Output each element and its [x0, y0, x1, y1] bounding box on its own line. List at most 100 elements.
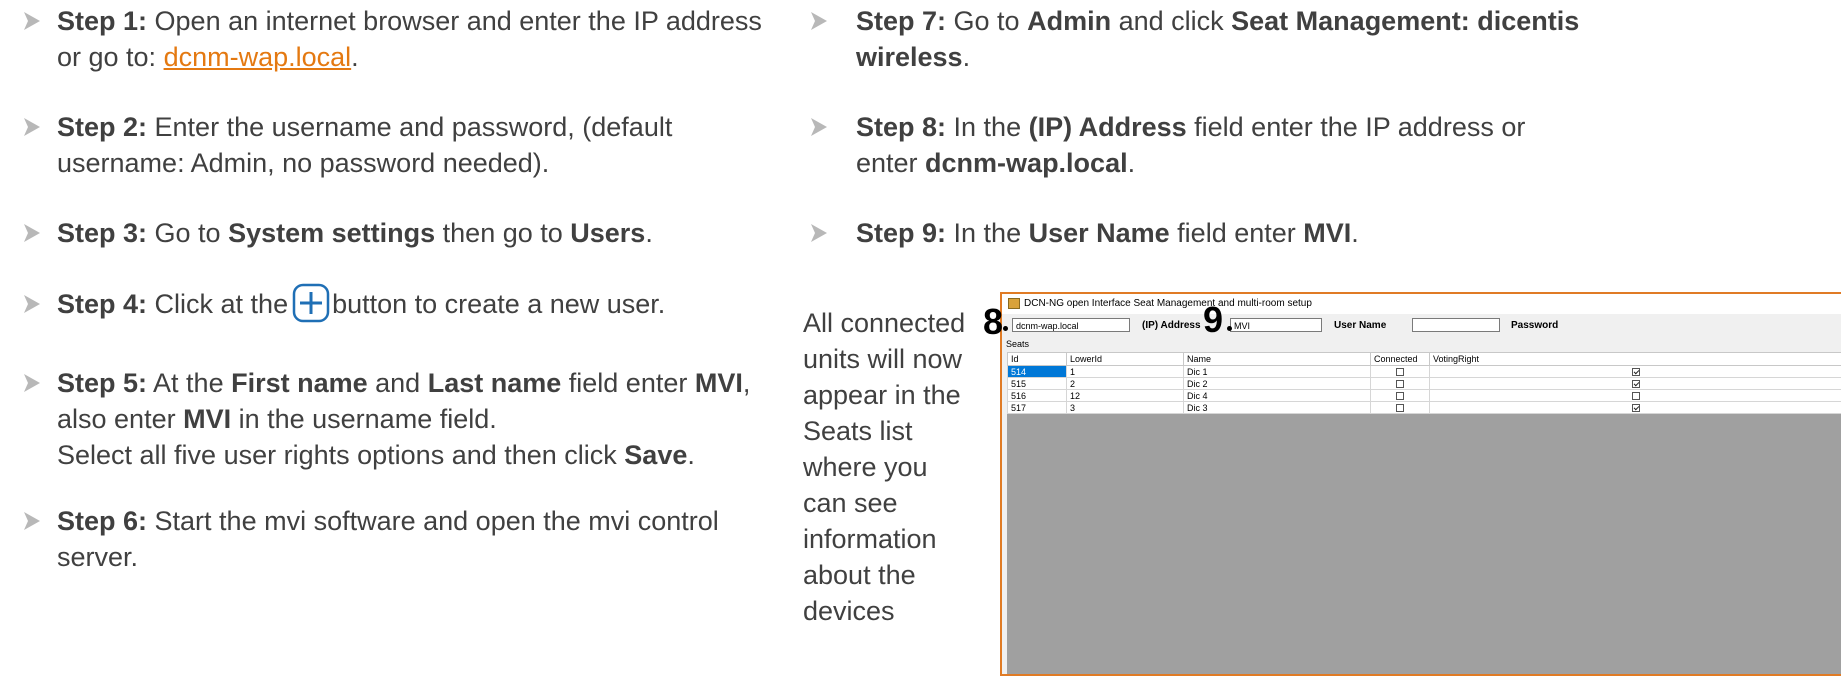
- voting-right-checkbox[interactable]: [1632, 404, 1640, 412]
- user-name-term: User Name: [1029, 218, 1170, 248]
- arrow-bullet-icon: [809, 222, 829, 244]
- arrow-bullet-icon: [22, 293, 42, 315]
- mvi-term: MVI: [695, 368, 743, 398]
- ip-address-label: (IP) Address: [1142, 320, 1201, 331]
- dcnm-wap-term: dcnm-wap.local: [925, 148, 1128, 178]
- step-8: Step 8: In the (IP) Address field enter …: [856, 109, 1841, 181]
- column-header-connected[interactable]: Connected: [1371, 353, 1430, 366]
- step-text: .: [351, 42, 359, 72]
- seat-id-cell: 517: [1008, 402, 1067, 414]
- arrow-bullet-icon: [809, 116, 829, 138]
- step-label: Step 8:: [856, 112, 946, 142]
- connected-checkbox[interactable]: [1396, 392, 1404, 400]
- app-icon: [1008, 298, 1020, 309]
- step-text: .: [1351, 218, 1359, 248]
- voting-right-checkbox-cell: [1430, 390, 1841, 402]
- step-text: field enter the IP address or: [1187, 112, 1526, 142]
- step-text: and click: [1111, 6, 1231, 36]
- dcnm-wap-link[interactable]: dcnm-wap.local: [164, 42, 352, 72]
- seats-table: Id LowerId Name Connected VotingRight 51…: [1007, 352, 1841, 414]
- table-row[interactable]: 5141Dic 1: [1008, 366, 1841, 378]
- arrow-bullet-icon: [22, 10, 42, 32]
- mvi-term: MVI: [1303, 218, 1351, 248]
- seats-explanation-text: All connected units will now appear in t…: [803, 305, 973, 629]
- step-text: ,: [743, 368, 751, 398]
- step-label: Step 9:: [856, 218, 946, 248]
- step-text: field enter: [1170, 218, 1304, 248]
- system-settings-term: System settings: [228, 218, 435, 248]
- step-5: Step 5: At the First name and Last name …: [57, 365, 777, 473]
- window-title-bar: DCN-NG open Interface Seat Management an…: [1002, 294, 1841, 314]
- column-header-lowerid[interactable]: LowerId: [1067, 353, 1184, 366]
- voting-right-checkbox-cell: [1430, 378, 1841, 390]
- first-name-term: First name: [231, 368, 368, 398]
- step-text: .: [963, 42, 971, 72]
- step-label: Step 5:: [57, 368, 147, 398]
- voting-right-checkbox-cell: [1430, 366, 1841, 378]
- connected-checkbox[interactable]: [1396, 380, 1404, 388]
- seat-lowerid-cell: 2: [1067, 378, 1184, 390]
- table-header-row: Id LowerId Name Connected VotingRight: [1008, 353, 1841, 366]
- arrow-bullet-icon: [22, 116, 42, 138]
- callout-8: 8: [983, 301, 1003, 343]
- step-text: then go to: [435, 218, 570, 248]
- connected-checkbox-cell: [1371, 378, 1430, 390]
- last-name-term: Last name: [428, 368, 562, 398]
- table-row[interactable]: 51612Dic 4: [1008, 390, 1841, 402]
- seat-name-cell: Dic 2: [1184, 378, 1371, 390]
- seat-name-cell: Dic 4: [1184, 390, 1371, 402]
- column-header-votingright[interactable]: VotingRight: [1430, 353, 1841, 366]
- step-label: Step 3:: [57, 218, 147, 248]
- table-row[interactable]: 5152Dic 2: [1008, 378, 1841, 390]
- user-name-input[interactable]: MVI: [1230, 318, 1322, 332]
- step-2: Step 2: Enter the username and password,…: [57, 109, 707, 181]
- step-text: At the: [147, 368, 231, 398]
- step-text: enter: [856, 148, 925, 178]
- connected-checkbox-cell: [1371, 402, 1430, 414]
- seats-group-label: Seats: [1002, 338, 1841, 350]
- seat-lowerid-cell: 1: [1067, 366, 1184, 378]
- step-text: Start the mvi software and open the mvi …: [57, 506, 719, 572]
- voting-right-checkbox[interactable]: [1632, 392, 1640, 400]
- connected-checkbox-cell: [1371, 390, 1430, 402]
- step-text: .: [645, 218, 653, 248]
- callout-9: 9: [1203, 299, 1223, 341]
- user-name-label: User Name: [1334, 320, 1386, 331]
- password-input[interactable]: [1412, 318, 1500, 332]
- step-4: Step 4: Click at thebutton to create a n…: [57, 286, 777, 326]
- connected-checkbox[interactable]: [1396, 404, 1404, 412]
- step-label: Step 4:: [57, 289, 147, 319]
- arrow-bullet-icon: [22, 510, 42, 532]
- arrow-bullet-icon: [22, 222, 42, 244]
- voting-right-checkbox[interactable]: [1632, 380, 1640, 388]
- table-row[interactable]: 5173Dic 3: [1008, 402, 1841, 414]
- connected-checkbox[interactable]: [1396, 368, 1404, 376]
- step-text: field enter: [561, 368, 695, 398]
- column-header-name[interactable]: Name: [1184, 353, 1371, 366]
- voting-right-checkbox-cell: [1430, 402, 1841, 414]
- seat-lowerid-cell: 12: [1067, 390, 1184, 402]
- column-header-id[interactable]: Id: [1008, 353, 1067, 366]
- users-term: Users: [570, 218, 645, 248]
- voting-right-checkbox[interactable]: [1632, 368, 1640, 376]
- step-text: Select all five user rights options and …: [57, 440, 624, 470]
- step-text: .: [1128, 148, 1136, 178]
- seat-management-term: wireless: [856, 42, 963, 72]
- mvi-term: MVI: [183, 404, 231, 434]
- password-label: Password: [1511, 320, 1558, 331]
- step-label: Step 1:: [57, 6, 147, 36]
- step-text: In the: [946, 218, 1029, 248]
- ip-address-input[interactable]: dcnm-wap.local: [1012, 318, 1130, 332]
- step-text: in the username field.: [231, 404, 497, 434]
- seat-id-cell: 516: [1008, 390, 1067, 402]
- step-label: Step 7:: [856, 6, 946, 36]
- save-term: Save: [624, 440, 687, 470]
- arrow-bullet-icon: [809, 10, 829, 32]
- seat-name-cell: Dic 1: [1184, 366, 1371, 378]
- step-1: Step 1: Open an internet browser and ent…: [57, 3, 777, 75]
- seat-id-cell: 515: [1008, 378, 1067, 390]
- seat-lowerid-cell: 3: [1067, 402, 1184, 414]
- seat-management-window: DCN-NG open Interface Seat Management an…: [1000, 292, 1841, 676]
- callout-9-dot: [1227, 326, 1232, 331]
- step-7: Step 7: Go to Admin and click Seat Manag…: [856, 3, 1841, 75]
